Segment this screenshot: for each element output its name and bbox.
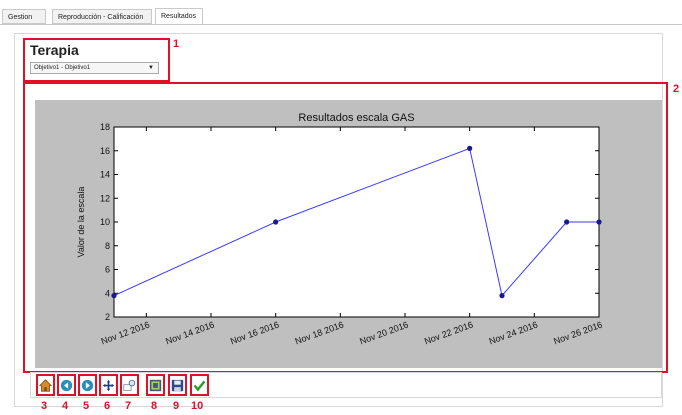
tab-divider — [0, 24, 682, 25]
configure-subplots-icon — [149, 379, 162, 392]
annotation-label-10: 10 — [191, 400, 204, 412]
annotation-label-2: 2 — [673, 83, 680, 95]
save-icon — [171, 379, 184, 392]
save-button[interactable] — [168, 374, 187, 396]
forward-arrow-button[interactable] — [78, 374, 97, 396]
tab-resultados[interactable]: Resultados — [155, 8, 203, 25]
back-arrow-button[interactable] — [57, 374, 76, 396]
back-arrow-icon — [60, 379, 73, 392]
annotation-label-7: 7 — [125, 400, 132, 412]
tab-reproduccion-calificacion[interactable]: Reproducción - Calificación — [52, 9, 152, 24]
tab-bar: Gestion Reproducción - Calificación Resu… — [0, 8, 682, 25]
annotation-label-6: 6 — [104, 400, 111, 412]
zoom-rect-icon — [123, 379, 136, 392]
zoom-rect-button[interactable] — [120, 374, 139, 396]
annotation-label-5: 5 — [83, 400, 90, 412]
configure-subplots-button[interactable] — [146, 374, 165, 396]
pan-move-button[interactable] — [99, 374, 118, 396]
tab-gestion[interactable]: Gestion — [2, 9, 46, 24]
pan-move-icon — [102, 379, 115, 392]
annotation-label-4: 4 — [62, 400, 69, 412]
annotation-label-9: 9 — [173, 400, 180, 412]
annotation-box-1 — [23, 38, 170, 82]
annotation-label-3: 3 — [41, 400, 48, 412]
home-button[interactable] — [36, 374, 55, 396]
check-button[interactable] — [190, 374, 209, 396]
check-icon — [193, 379, 206, 392]
home-icon — [39, 378, 52, 392]
forward-arrow-icon — [81, 379, 94, 392]
annotation-label-1: 1 — [173, 38, 180, 50]
annotation-box-2 — [23, 82, 668, 373]
annotation-label-8: 8 — [151, 400, 158, 412]
